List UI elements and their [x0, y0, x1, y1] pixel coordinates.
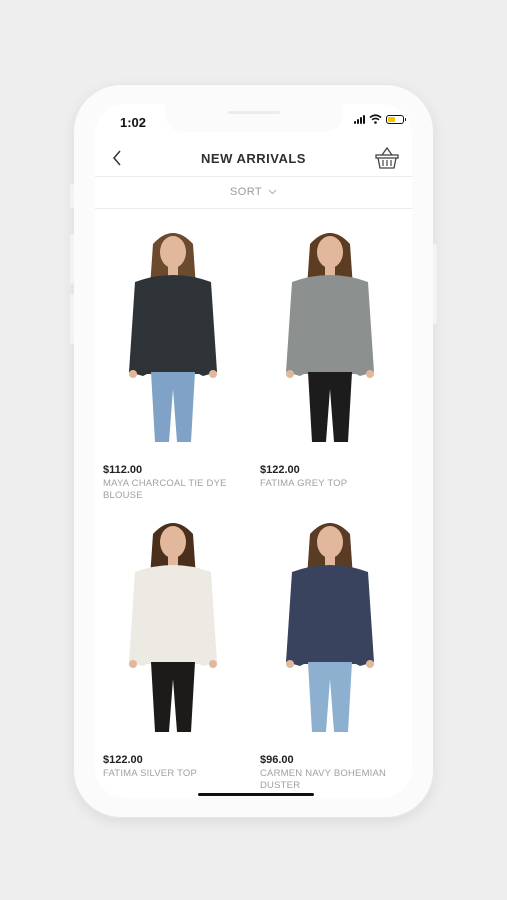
product-price: $112.00: [103, 464, 143, 476]
product-name[interactable]: MAYA CHARCOAL TIE DYE BLOUSE: [103, 478, 243, 502]
header-divider: [95, 176, 412, 177]
basket-icon[interactable]: [374, 145, 400, 171]
product-photo[interactable]: [260, 224, 400, 454]
product-name[interactable]: FATIMA GREY TOP: [260, 478, 400, 490]
home-indicator[interactable]: [198, 793, 314, 796]
battery-icon: [386, 114, 406, 124]
sort-button[interactable]: SORT: [95, 180, 412, 204]
phone-frame: 1:02 NEW ARRIVALS SORT $112.00 MAYA CHAR…: [70, 84, 437, 818]
status-icons: [354, 114, 406, 124]
signal-icon: [354, 114, 365, 124]
mute-switch: [70, 184, 74, 208]
product-card[interactable]: $122.00 FATIMA SILVER TOP: [103, 514, 243, 780]
sort-label: SORT: [230, 186, 262, 198]
product-name[interactable]: CARMEN NAVY BOHEMIAN DUSTER: [260, 768, 400, 792]
product-card[interactable]: $122.00 FATIMA GREY TOP: [260, 224, 400, 490]
product-model-image: [129, 523, 217, 732]
chevron-down-icon: [268, 189, 277, 195]
power-button: [433, 244, 437, 324]
sort-divider: [95, 208, 412, 209]
product-model-image: [129, 233, 217, 442]
chevron-left-icon[interactable]: [107, 147, 127, 169]
volume-up-button: [70, 234, 74, 284]
product-photo[interactable]: [260, 514, 400, 744]
app-screen: 1:02 NEW ARRIVALS SORT $112.00 MAYA CHAR…: [95, 104, 412, 798]
volume-down-button: [70, 294, 74, 344]
product-photo[interactable]: [103, 224, 243, 454]
product-name[interactable]: FATIMA SILVER TOP: [103, 768, 243, 780]
page-title: NEW ARRIVALS: [201, 150, 306, 166]
nav-header: NEW ARRIVALS: [95, 140, 412, 176]
wifi-icon: [369, 114, 382, 124]
product-card[interactable]: $96.00 CARMEN NAVY BOHEMIAN DUSTER: [260, 514, 400, 792]
notch: [165, 104, 343, 132]
product-price: $122.00: [260, 464, 300, 476]
product-photo[interactable]: [103, 514, 243, 744]
status-time: 1:02: [120, 115, 147, 130]
product-card[interactable]: $112.00 MAYA CHARCOAL TIE DYE BLOUSE: [103, 224, 243, 502]
product-price: $96.00: [260, 754, 294, 766]
product-model-image: [286, 233, 374, 442]
product-price: $122.00: [103, 754, 143, 766]
product-model-image: [286, 523, 374, 732]
